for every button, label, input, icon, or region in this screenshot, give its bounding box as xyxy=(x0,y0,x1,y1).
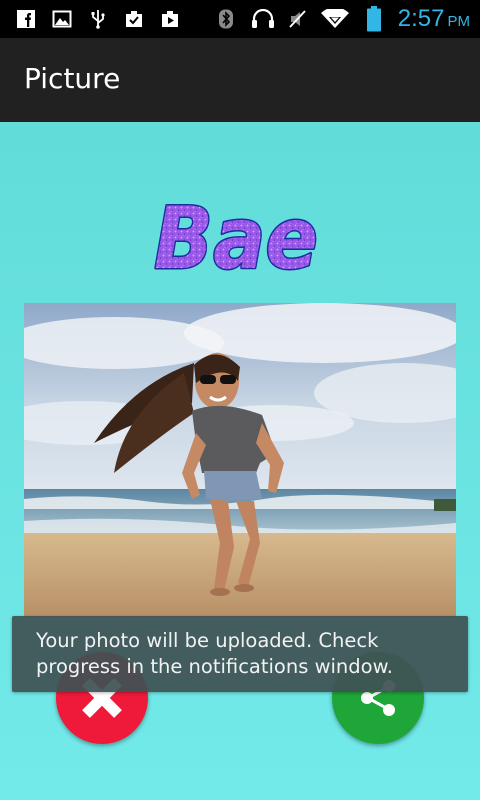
clock-time: 2:57 xyxy=(397,5,445,32)
beach-photo-image xyxy=(24,303,456,617)
status-clock: 2:57 PM xyxy=(398,5,470,33)
page-title: Picture xyxy=(24,62,121,95)
headset-icon xyxy=(252,9,274,28)
clipboard-check-icon xyxy=(126,11,142,27)
bluetooth-icon xyxy=(219,9,233,29)
bae-logo-text: Bae xyxy=(154,189,318,278)
mute-icon xyxy=(289,10,306,28)
usb-icon xyxy=(91,10,105,29)
upload-toast: Your photo will be uploaded. Check progr… xyxy=(12,616,468,692)
facebook-icon xyxy=(17,10,35,28)
bae-logo: Bae xyxy=(153,188,320,279)
status-bar: 2:57 PM xyxy=(0,0,480,38)
clock-ampm: PM xyxy=(447,13,471,30)
battery-icon xyxy=(367,6,381,32)
gallery-icon xyxy=(52,10,72,28)
picture-content: Bae Your photo will be uploaded. Check p… xyxy=(0,122,480,800)
selected-photo xyxy=(24,303,456,617)
action-bar: Picture xyxy=(0,38,480,122)
wifi-icon xyxy=(321,9,349,28)
media-icon xyxy=(162,11,178,27)
